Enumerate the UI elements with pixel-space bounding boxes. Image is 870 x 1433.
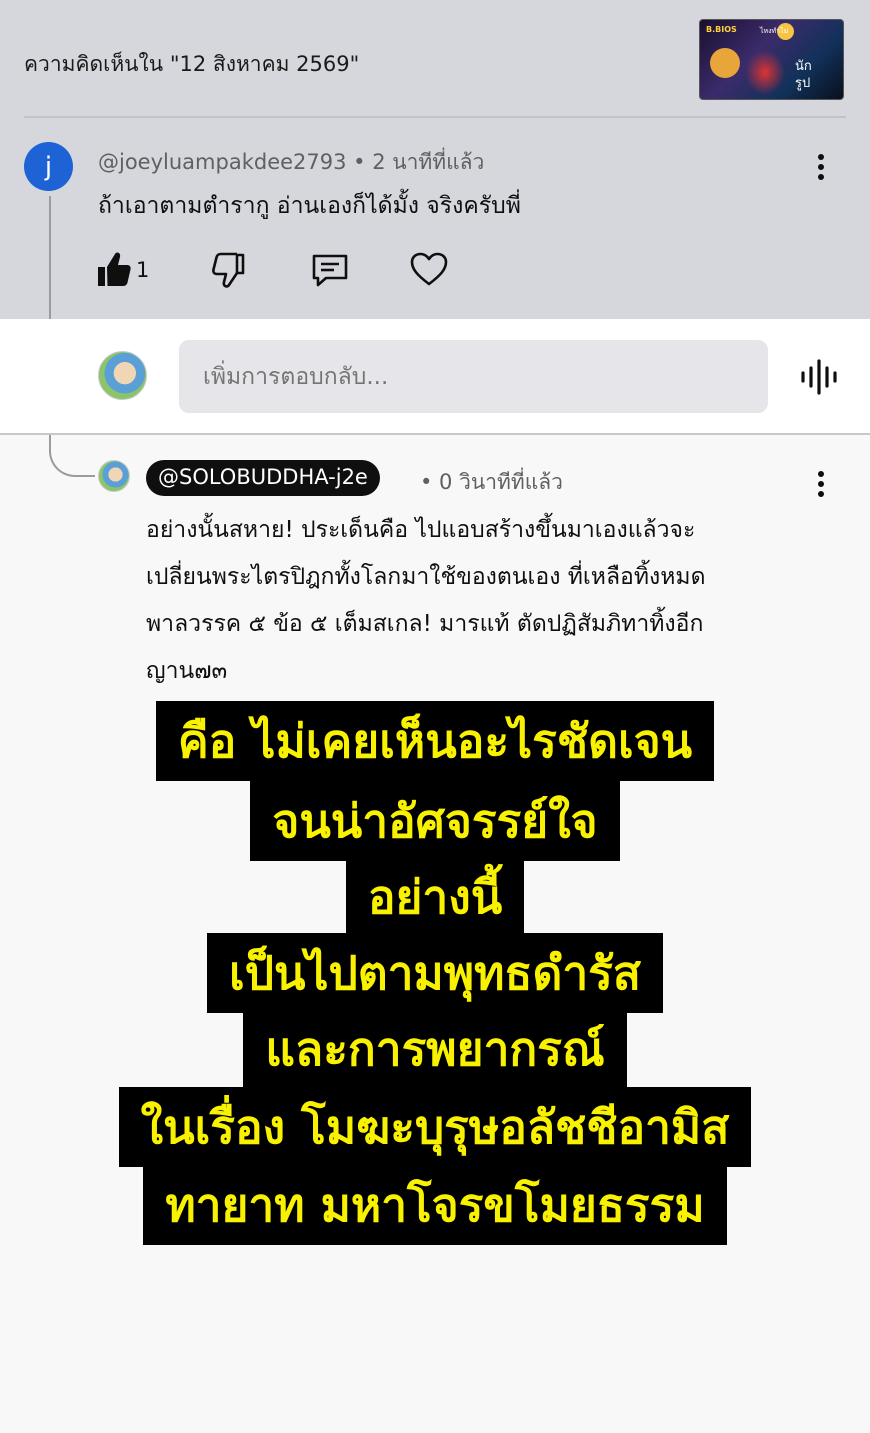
overlay-caption-line: และการพยากรณ์ (243, 1009, 627, 1089)
thumbnail-emoji (710, 48, 740, 78)
thread-line (49, 196, 51, 319)
reply-input[interactable] (179, 340, 768, 413)
overlay-caption-line: จนน่าอัศจรรย์ใจ (250, 781, 620, 861)
overlay-caption-row: ทายาท มหาโจรขโมยธรรม (0, 1165, 870, 1245)
overlay-caption-line: อย่างนี้ (345, 857, 525, 937)
comment-meta: @joeyluampakdee2793 • 2 นาทีที่แล้ว (98, 146, 484, 179)
comments-header-title: ความคิดเห็นใน "12 สิงหาคม 2569" (24, 52, 360, 76)
comment-author[interactable]: @joeyluampakdee2793 (98, 150, 346, 174)
overlay-caption-line: เป็นไปตามพุทธดำรัส (207, 933, 663, 1013)
overlay-caption-line: คือ ไม่เคยเห็นอะไรชัดเจน (155, 701, 715, 781)
thumbnail-text-c: นัก รูป (795, 59, 812, 91)
thumbnail-glow (745, 50, 785, 95)
header-divider (24, 116, 846, 118)
comment-text-line: พาลวรรค ๕ ข้อ ๕ เต็มสเกล! มารแท้ ตัดปฏิส… (146, 611, 704, 637)
comment-text: อย่างนั้นสหาย! ประเด็นคือ ไปแอบสร้างขึ้น… (146, 507, 836, 695)
thumbnail-text-a: B.BIOS (706, 25, 737, 34)
thread-connector (49, 435, 95, 477)
more-options-icon[interactable] (811, 469, 831, 499)
overlay-caption-row: อย่างนี้ (0, 857, 870, 937)
overlay-caption-row: เป็นไปตามพุทธดำรัส (0, 933, 870, 1013)
thumbnail-text-b: ไหงทำไม่ (760, 27, 789, 35)
like-count: 1 (136, 258, 150, 282)
overlay-caption-row: ในเรื่อง โมฆะบุรุษอลัชชีอามิส (0, 1087, 870, 1167)
comment-text-line: อย่างนั้นสหาย! ประเด็นคือ ไปแอบสร้างขึ้น… (146, 517, 696, 543)
comment-time: • 2 นาทีที่แล้ว (353, 150, 485, 174)
heart-icon[interactable] (409, 250, 449, 290)
video-thumbnail[interactable]: B.BIOS ไหงทำไม่ นัก รูป (699, 19, 844, 100)
overlay-caption-line: ในเรื่อง โมฆะบุรุษอลัชชีอามิส (118, 1087, 752, 1167)
comment-text-line: เปลี่ยนพระไตรปิฎกทั้งโลกมาใช้ของตนเอง ที… (146, 564, 706, 590)
avatar[interactable] (98, 460, 130, 492)
avatar[interactable]: j (24, 142, 73, 191)
reply-divider (0, 433, 870, 435)
overlay-caption-row: คือ ไม่เคยเห็นอะไรชัดเจน (0, 701, 870, 781)
comment-author-badge[interactable]: @SOLOBUDDHA-j2e (146, 460, 380, 496)
dislike-icon[interactable] (208, 250, 248, 290)
reply-icon[interactable] (310, 250, 350, 290)
comment-text: ถ้าเอาตามตำรากู อ่านเองก็ได้มั้ง จริงครั… (98, 193, 521, 219)
more-options-icon[interactable] (811, 152, 831, 182)
my-avatar (98, 351, 147, 400)
voice-input-icon[interactable] (800, 358, 838, 396)
overlay-caption-line: ทายาท มหาโจรขโมยธรรม (143, 1165, 727, 1245)
comment-time: • 0 วินาทีที่แล้ว (420, 470, 563, 494)
comment-text-line: ญาน๗๓ (146, 658, 228, 684)
overlay-caption-row: และการพยากรณ์ (0, 1009, 870, 1089)
overlay-caption-row: จนน่าอัศจรรย์ใจ (0, 781, 870, 861)
avatar-letter: j (44, 151, 53, 182)
